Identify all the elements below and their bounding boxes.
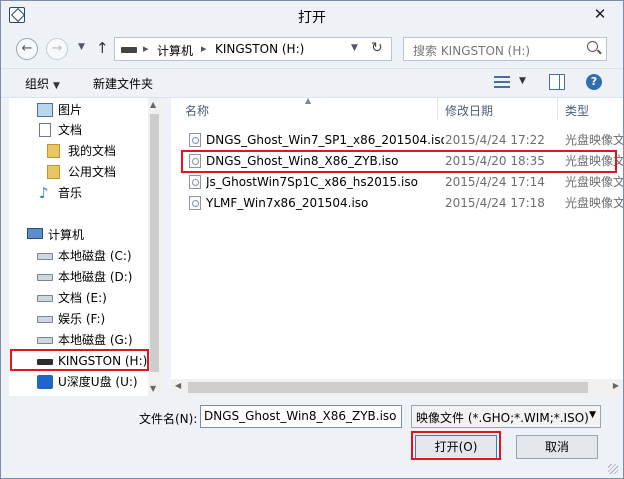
title-bar: 打开 ✕ (1, 1, 623, 31)
folder-icon (47, 144, 60, 158)
address-bar[interactable]: ▸ 计算机 ▸ KINGSTON (H:) ▼ ↻ (114, 37, 392, 61)
nav-label: 音乐 (58, 186, 83, 200)
help-icon[interactable]: ? (586, 74, 602, 90)
file-modified: 2015/4/24 17:22 (445, 133, 545, 147)
pictures-icon (37, 103, 53, 117)
u-drive-icon (37, 375, 53, 389)
scroll-thumb[interactable] (188, 382, 588, 393)
nav-label: U深度U盘 (U:) (58, 375, 138, 389)
folder-icon (47, 165, 60, 179)
documents-icon (39, 123, 51, 137)
organize-label: 组织 (25, 77, 50, 91)
nav-label: 文档 (E:) (58, 291, 107, 305)
sort-ascending-icon: ▲ (305, 96, 312, 105)
drive-icon (121, 47, 137, 53)
filename-input[interactable]: DNGS_Ghost_Win8_X86_ZYB.iso (200, 405, 402, 428)
drive-icon (37, 253, 53, 260)
file-modified: 2015/4/24 17:14 (445, 175, 545, 189)
highlight-box-selected-file (181, 150, 617, 173)
nav-label: 我的文档 (68, 144, 117, 158)
view-options-icon[interactable] (494, 75, 510, 89)
nav-label: 计算机 (48, 228, 85, 242)
refresh-button[interactable]: ↻ (371, 40, 383, 56)
close-button[interactable]: ✕ (585, 3, 615, 25)
back-button[interactable]: ← (16, 38, 38, 60)
file-name: YLMF_Win7x86_201504.iso (206, 196, 369, 210)
file-type: 光盘映像文件 (565, 175, 623, 189)
computer-icon (27, 228, 43, 239)
scroll-thumb[interactable] (150, 114, 159, 372)
scroll-left-icon[interactable]: ◀ (175, 381, 181, 390)
recent-locations-dropdown[interactable]: ▼ (78, 42, 85, 52)
file-row[interactable]: DNGS_Ghost_Win7_SP1_x86_201504.iso 2015/… (181, 130, 623, 150)
view-dropdown[interactable]: ▼ (519, 76, 526, 86)
column-header-modified[interactable]: 修改日期 (445, 102, 493, 119)
drive-icon (37, 316, 53, 323)
dialog-title: 打开 (298, 10, 326, 26)
chevron-down-icon: ▼ (589, 410, 596, 420)
breadcrumb-computer[interactable]: 计算机 (157, 42, 193, 59)
resize-grip-icon[interactable] (608, 464, 618, 474)
toolbar: 组织 ▼ 新建文件夹 ▼ ? (1, 68, 623, 98)
nav-label: 娱乐 (F:) (58, 312, 106, 326)
scroll-down-icon[interactable]: ▼ (150, 384, 156, 393)
scroll-right-icon[interactable]: ▶ (613, 381, 619, 390)
breadcrumb-separator[interactable]: ▸ (143, 42, 149, 55)
column-divider[interactable] (557, 98, 558, 120)
nav-label: 图片 (58, 103, 83, 117)
file-type-filter-value: 映像文件 (*.GHO;*.WIM;*.ISO) (416, 411, 589, 425)
file-name: Js_GhostWin7Sp1C_x86_hs2015.iso (206, 175, 418, 189)
drive-icon (37, 337, 53, 344)
column-divider[interactable] (437, 98, 438, 120)
nav-scrollbar[interactable]: ▲ ▼ (148, 98, 161, 396)
search-box[interactable]: 搜索 KINGSTON (H:) (403, 37, 607, 61)
up-button[interactable]: ↑ (96, 39, 109, 57)
cancel-button[interactable]: 取消 (516, 435, 598, 459)
nav-label: 公用文档 (68, 165, 117, 179)
file-modified: 2015/4/24 17:18 (445, 196, 545, 210)
file-list: ▲ 名称 修改日期 类型 DNGS_Ghost_Win7_SP1_x86_201… (171, 96, 623, 396)
file-row[interactable]: YLMF_Win7x86_201504.iso 2015/4/24 17:18 … (181, 193, 623, 213)
disc-image-icon (189, 133, 201, 147)
column-header-type[interactable]: 类型 (565, 102, 589, 119)
file-type: 光盘映像文件 (565, 133, 623, 147)
disc-image-icon (189, 175, 201, 189)
file-type: 光盘映像文件 (565, 196, 623, 210)
highlight-box-open (411, 431, 501, 460)
address-dropdown[interactable]: ▼ (351, 43, 358, 53)
file-type-filter[interactable]: 映像文件 (*.GHO;*.WIM;*.ISO) ▼ (411, 405, 601, 428)
organize-button[interactable]: 组织 ▼ (25, 75, 60, 92)
open-file-dialog: 打开 ✕ ← → ▼ ↑ ▸ 计算机 ▸ KINGSTON (H:) ▼ ↻ 搜… (0, 0, 624, 479)
drive-icon (37, 274, 53, 281)
column-header-name[interactable]: 名称 (185, 102, 209, 119)
search-icon (587, 41, 598, 52)
file-name: DNGS_Ghost_Win7_SP1_x86_201504.iso (206, 133, 444, 147)
nav-label: 本地磁盘 (C:) (58, 249, 132, 263)
music-icon: ♪ (39, 184, 49, 202)
chevron-down-icon: ▼ (53, 81, 60, 91)
preview-pane-icon[interactable] (549, 74, 565, 90)
nav-label: 本地磁盘 (D:) (58, 270, 133, 284)
disc-image-icon (189, 196, 201, 210)
nav-label: 文档 (58, 123, 83, 137)
search-input[interactable]: 搜索 KINGSTON (H:) (413, 42, 530, 59)
file-row[interactable]: Js_GhostWin7Sp1C_x86_hs2015.iso 2015/4/2… (181, 172, 623, 192)
forward-button[interactable]: → (46, 38, 68, 60)
breadcrumb-separator[interactable]: ▸ (201, 42, 207, 55)
highlight-box-kingston (10, 349, 149, 371)
filename-label: 文件名(N): (139, 412, 198, 426)
nav-label: 本地磁盘 (G:) (58, 333, 133, 347)
scroll-up-icon[interactable]: ▲ (150, 100, 156, 109)
horizontal-scrollbar[interactable]: ◀ ▶ (171, 379, 623, 396)
new-folder-button[interactable]: 新建文件夹 (93, 75, 153, 92)
drive-icon (37, 295, 53, 302)
breadcrumb-kingston[interactable]: KINGSTON (H:) (215, 42, 304, 56)
